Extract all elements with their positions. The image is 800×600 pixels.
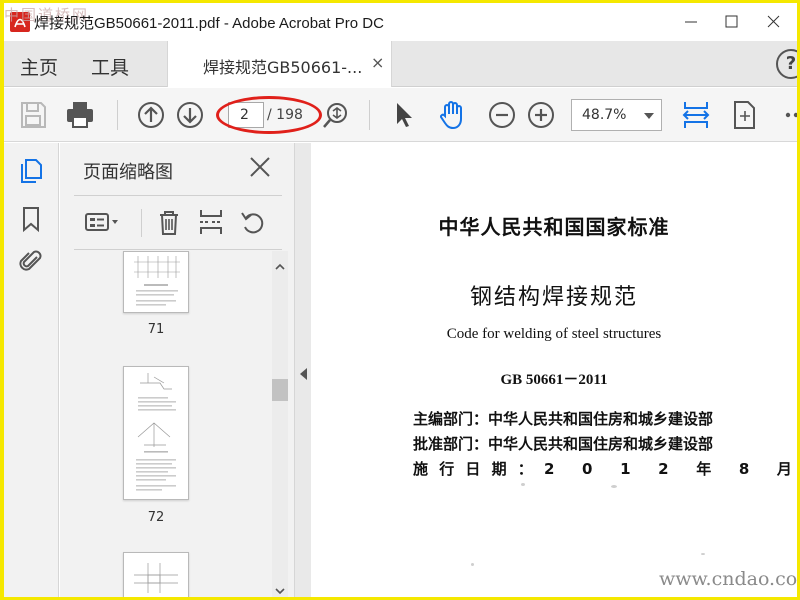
panel-title: 页面缩略图	[83, 162, 173, 183]
doc-effective-date: 施行日期：2 0 1 2 年 8 月 1 日	[413, 460, 797, 478]
zoom-out-icon[interactable]	[486, 99, 518, 131]
thumbnail-list: 71 72	[60, 251, 270, 597]
doc-chief-editor: 主编部门：中华人民共和国住房和城乡建设部	[413, 410, 714, 428]
doc-national-standard: 中华人民共和国国家标准	[438, 215, 670, 239]
close-tab-icon[interactable]: ×	[371, 53, 384, 72]
collapse-panel-icon[interactable]	[300, 368, 307, 380]
thumbnail-page-label: 71	[147, 322, 165, 337]
chevron-down-icon[interactable]	[275, 581, 285, 595]
zoom-search-icon[interactable]	[320, 99, 352, 131]
chevron-down-icon	[644, 113, 654, 119]
insert-page-icon[interactable]	[196, 207, 226, 237]
save-icon[interactable]	[17, 99, 49, 131]
hand-tool-icon[interactable]	[436, 99, 468, 131]
zoom-in-icon[interactable]	[525, 99, 557, 131]
main-toolbar: 2 / 198 48.7%	[4, 88, 797, 142]
page-thumbnail[interactable]	[123, 251, 189, 313]
document-page-view: 中华人民共和国国家标准 钢结构焊接规范 Code for welding of …	[311, 143, 797, 597]
rotate-thumbnail-icon[interactable]	[238, 207, 268, 237]
attachment-icon[interactable]	[17, 247, 45, 275]
zoom-level-value: 48.7%	[582, 107, 627, 123]
thumbnails-panel: 页面缩略图 71 72	[60, 143, 295, 597]
doc-approver: 批准部门：中华人民共和国住房和城乡建设部	[413, 435, 714, 453]
title-bar: 中国道桥网 焊接规范GB50661-2011.pdf - Adobe Acrob…	[4, 3, 797, 41]
tab-tools[interactable]: 工具	[91, 53, 129, 80]
tab-home[interactable]: 主页	[20, 53, 58, 80]
scan-speck	[521, 483, 525, 486]
zoom-level-dropdown[interactable]: 48.7%	[571, 99, 662, 131]
site-watermark-footer: www.cndao.com	[659, 568, 797, 590]
fit-width-icon[interactable]	[680, 99, 712, 131]
page-thumbnail[interactable]	[123, 366, 189, 500]
delete-page-icon[interactable]	[154, 207, 184, 237]
panel-divider	[74, 249, 282, 250]
thumbnail-page-label: 72	[147, 510, 165, 525]
red-annotation-circle	[216, 96, 322, 134]
panel-toolbar	[60, 201, 295, 247]
chevron-up-icon[interactable]	[275, 257, 285, 270]
next-page-icon[interactable]	[174, 99, 206, 131]
maximize-button[interactable]	[712, 7, 752, 37]
print-icon[interactable]	[64, 99, 96, 131]
doc-title-english: Code for welding of steel structures	[446, 326, 662, 342]
tab-document[interactable]: 焊接规范GB50661-... ×	[167, 41, 392, 87]
select-cursor-icon[interactable]	[387, 99, 419, 131]
app-window: 中国道桥网 焊接规范GB50661-2011.pdf - Adobe Acrob…	[4, 3, 797, 597]
toolbar-divider	[117, 100, 118, 130]
toolbar-divider	[369, 100, 370, 130]
doc-standard-number: GB 50661－2011	[500, 372, 608, 388]
scan-speck	[471, 563, 474, 566]
tab-bar: 主页 工具 焊接规范GB50661-... × ?	[4, 41, 797, 87]
scan-speck	[611, 485, 617, 488]
minimize-button[interactable]	[671, 7, 711, 37]
page-thumbnails-icon[interactable]	[17, 157, 45, 185]
more-tools-icon[interactable]	[776, 99, 797, 131]
page-thumbnail[interactable]	[123, 552, 189, 597]
close-window-button[interactable]	[754, 7, 794, 37]
options-menu-icon[interactable]	[84, 207, 124, 237]
close-panel-icon[interactable]	[248, 155, 272, 179]
document-tab-label: 焊接规范GB50661-...	[203, 58, 363, 77]
scrollbar-handle[interactable]	[272, 379, 288, 401]
rotate-page-icon[interactable]	[728, 99, 760, 131]
previous-page-icon[interactable]	[135, 99, 167, 131]
bookmark-icon[interactable]	[17, 205, 45, 233]
panel-divider	[74, 195, 282, 196]
navigation-rail	[4, 143, 59, 597]
window-title: 焊接规范GB50661-2011.pdf - Adobe Acrobat Pro…	[34, 15, 384, 32]
scan-speck	[701, 553, 705, 555]
panel-tools-divider	[141, 209, 142, 237]
help-button[interactable]: ?	[776, 49, 797, 79]
thumbnail-scrollbar[interactable]	[272, 251, 288, 597]
doc-title-chinese: 钢结构焊接规范	[469, 285, 638, 310]
